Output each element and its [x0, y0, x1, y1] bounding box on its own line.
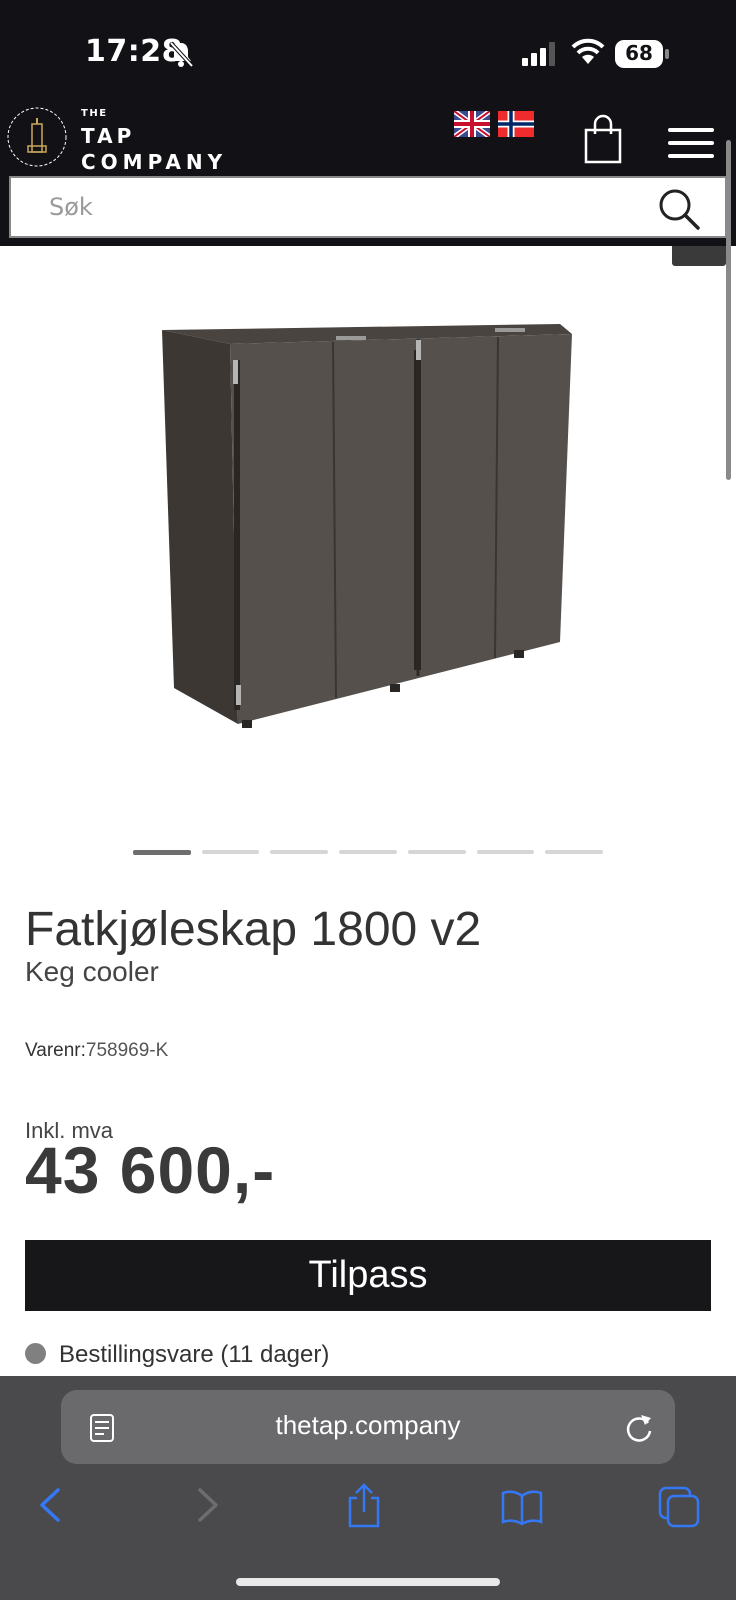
share-icon[interactable]	[346, 1482, 382, 1528]
logo-text-the: THE	[81, 108, 108, 119]
forward-icon[interactable]	[196, 1486, 222, 1524]
logo-text-company: COMPANY	[81, 150, 228, 174]
customize-button[interactable]: Tilpass	[25, 1240, 711, 1311]
url-text[interactable]: thetap.company	[150, 1410, 586, 1441]
image-carousel-indicators	[133, 850, 604, 856]
battery-level: 68	[625, 41, 653, 65]
stock-status-indicator	[25, 1343, 46, 1364]
norway-flag-icon[interactable]	[498, 111, 534, 137]
carousel-dot[interactable]	[133, 850, 191, 855]
carousel-dot[interactable]	[476, 850, 535, 854]
cell-signal-icon	[522, 42, 555, 66]
carousel-dot[interactable]	[407, 850, 466, 854]
uk-flag-icon[interactable]	[454, 111, 490, 137]
logo-text-tap: TAP	[81, 124, 136, 148]
sku-label: Varenr:	[25, 1040, 86, 1061]
carousel-dot[interactable]	[545, 850, 604, 854]
stock-status-text: Bestillingsvare (11 dager)	[59, 1341, 330, 1368]
reload-icon[interactable]	[624, 1411, 654, 1443]
wifi-icon	[571, 38, 605, 64]
tabs-icon[interactable]	[658, 1486, 700, 1528]
search-bar[interactable]	[9, 176, 727, 238]
home-indicator[interactable]	[236, 1578, 500, 1586]
tap-company-seal-logo[interactable]	[6, 106, 68, 168]
product-subtitle: Keg cooler	[25, 956, 159, 987]
product-price: 43 600,-	[25, 1133, 276, 1207]
hamburger-menu-icon[interactable]	[668, 126, 714, 160]
product-title: Fatkjøleskap 1800 v2	[25, 903, 482, 956]
product-image-keg-cooler[interactable]	[140, 310, 600, 760]
image-zoom-tab[interactable]	[672, 246, 726, 266]
back-icon[interactable]	[36, 1486, 62, 1524]
bookmarks-icon[interactable]	[500, 1488, 544, 1526]
carousel-dot[interactable]	[339, 850, 397, 854]
reader-mode-icon[interactable]	[88, 1413, 116, 1443]
sku-value: 758969-K	[85, 1040, 169, 1061]
carousel-dot[interactable]	[201, 850, 260, 854]
search-icon[interactable]	[657, 187, 701, 231]
product-sku: Varenr:758969-K	[25, 1040, 168, 1062]
search-input[interactable]	[49, 188, 609, 226]
page-scrollbar[interactable]	[726, 140, 731, 480]
carousel-dot[interactable]	[270, 850, 329, 854]
bell-off-icon	[169, 41, 194, 68]
shopping-bag-icon[interactable]	[582, 114, 624, 164]
